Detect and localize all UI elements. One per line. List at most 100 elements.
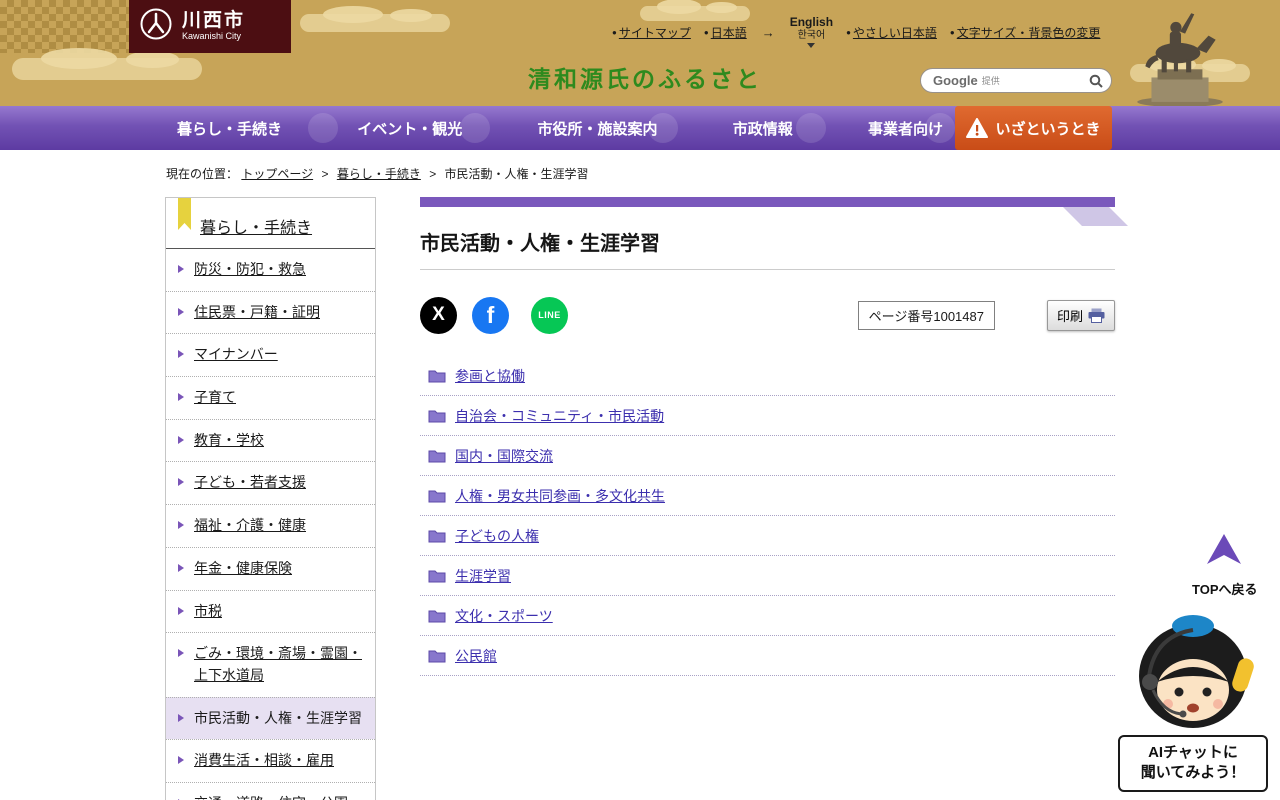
sidebar-item-disaster[interactable]: 防災・防犯・救急 xyxy=(166,249,375,291)
category-link-label[interactable]: 参画と協働 xyxy=(455,366,525,386)
english-link[interactable]: English xyxy=(790,15,833,30)
main-content: 市民活動・人権・生涯学習 X f LINE ページ番号1001487 印刷 参画… xyxy=(420,197,1128,676)
category-link-human-rights[interactable]: 人権・男女共同参画・多文化共生 xyxy=(420,476,1115,516)
city-name: 川西市 xyxy=(182,10,246,32)
back-to-top-button[interactable]: TOPへ戻る xyxy=(1192,534,1258,598)
ai-chat-line2: 聞いてみよう！ xyxy=(1140,764,1246,782)
sidebar-item-label[interactable]: 福祉・介護・健康 xyxy=(194,517,306,533)
sidebar-item-label[interactable]: 消費生活・相談・雇用 xyxy=(194,752,334,768)
print-button-label: 印刷 xyxy=(1056,308,1083,324)
sidebar-item-civic-activities[interactable]: 市民活動・人権・生涯学習 xyxy=(166,696,375,740)
sidebar-item-label[interactable]: マイナンバー xyxy=(194,346,278,362)
sidebar-item-label[interactable]: 年金・健康保険 xyxy=(194,560,292,576)
site-search: Google 提供 xyxy=(920,68,1112,93)
city-logo[interactable]: 川西市 Kawanishi City xyxy=(129,0,291,53)
category-link-children-rights[interactable]: 子どもの人権 xyxy=(420,516,1115,556)
x-share-button[interactable]: X xyxy=(420,296,457,334)
sidebar-item-label[interactable]: 交通・道路・住宅・公園 xyxy=(194,795,348,800)
nav-item-living-procedures[interactable]: 暮らし・手続き xyxy=(177,118,282,139)
sidebar-item-youth-support[interactable]: 子ども・若者支援 xyxy=(166,461,375,504)
sidebar-item-label[interactable]: 市民活動・人権・生涯学習 xyxy=(194,710,362,726)
category-link-culture-sports[interactable]: 文化・スポーツ xyxy=(420,596,1115,636)
sidebar-item-resident-records[interactable]: 住民票・戸籍・証明 xyxy=(166,290,375,334)
category-link-lifelong-learning[interactable]: 生涯学習 xyxy=(420,556,1115,596)
breadcrumb-home-link[interactable]: トップページ xyxy=(241,167,313,181)
sidebar-item-label[interactable]: ごみ・環境・斎場・霊園・上下水道局 xyxy=(194,645,362,683)
sidebar-item-consumer-life[interactable]: 消費生活・相談・雇用 xyxy=(166,739,375,782)
category-link-label[interactable]: 生涯学習 xyxy=(455,566,511,586)
category-link-label[interactable]: 国内・国際交流 xyxy=(455,446,553,466)
sidebar-item-label[interactable]: 住民票・戸籍・証明 xyxy=(194,304,320,320)
sidebar-item-garbage-environment[interactable]: ごみ・環境・斎場・霊園・上下水道局 xyxy=(166,632,375,696)
chevron-down-icon xyxy=(807,43,816,49)
category-link-exchange[interactable]: 国内・国際交流 xyxy=(420,436,1115,476)
category-link-participation[interactable]: 参画と協働 xyxy=(420,356,1115,396)
google-provided-label: 提供 xyxy=(981,76,1000,86)
print-button[interactable]: 印刷 xyxy=(1046,299,1115,331)
text-size-link[interactable]: 文字サイズ・背景色の変更 xyxy=(957,26,1101,40)
language-switcher[interactable]: English 한국어 xyxy=(790,15,833,49)
search-button[interactable] xyxy=(1081,69,1111,92)
category-link-label[interactable]: 自治会・コミュニティ・市民活動 xyxy=(455,406,664,426)
category-link-community-center[interactable]: 公民館 xyxy=(420,636,1115,676)
category-link-community[interactable]: 自治会・コミュニティ・市民活動 xyxy=(420,396,1115,436)
utility-links: ● サイトマップ ● 日本語 → English 한국어 ● やさしい日本語 ● 文字サ… xyxy=(612,15,1101,49)
emergency-button[interactable]: いざというとき xyxy=(955,106,1112,150)
folder-icon xyxy=(428,650,446,663)
title-accent-bar xyxy=(420,197,1128,226)
bullet-icon: ● xyxy=(949,27,955,37)
breadcrumb-current: 市民活動・人権・生涯学習 xyxy=(444,167,589,181)
korean-link[interactable]: 한국어 xyxy=(798,30,826,42)
arrow-icon xyxy=(178,713,184,722)
arrow-icon xyxy=(178,521,184,530)
arrow-icon xyxy=(178,649,184,658)
breadcrumb-separator: > xyxy=(429,167,437,181)
sidebar-item-welfare[interactable]: 福祉・介護・健康 xyxy=(166,504,375,547)
folder-icon xyxy=(428,490,446,503)
global-nav: 暮らし・手続き イベント・観光 市役所・施設案内 市政情報 事業者向け いざとい… xyxy=(0,106,1280,150)
diamond-pattern-decoration xyxy=(0,0,129,53)
sitemap-link[interactable]: サイトマップ xyxy=(619,26,691,40)
arrow-icon xyxy=(178,478,184,487)
search-input[interactable] xyxy=(1003,73,1077,88)
line-icon: LINE xyxy=(538,310,561,320)
sidebar-item-pension-insurance[interactable]: 年金・健康保険 xyxy=(166,546,375,590)
sidebar-item-label[interactable]: 市税 xyxy=(194,603,222,619)
category-link-label[interactable]: 公民館 xyxy=(455,646,497,666)
arrow-icon xyxy=(178,435,184,444)
nav-item-business[interactable]: 事業者向け xyxy=(868,118,943,139)
nav-items: 暮らし・手続き イベント・観光 市役所・施設案内 市政情報 事業者向け xyxy=(165,106,955,150)
breadcrumb-prefix: 現在の位置： xyxy=(166,167,239,181)
sidebar: 暮らし・手続き 防災・防犯・救急 住民票・戸籍・証明 マイナンバー 子育て 教育… xyxy=(165,197,376,800)
facebook-share-button[interactable]: f xyxy=(472,296,509,334)
ai-chat-label[interactable]: AIチャットに 聞いてみよう！ xyxy=(1118,735,1268,792)
arrow-right-icon: → xyxy=(761,24,775,40)
sidebar-item-city-tax[interactable]: 市税 xyxy=(166,589,375,633)
sidebar-item-label[interactable]: 子育て xyxy=(194,389,236,405)
ai-chat-widget[interactable]: AIチャットに 聞いてみよう！ xyxy=(1118,614,1268,792)
easy-japanese-link-wrap: ● やさしい日本語 xyxy=(846,24,937,41)
nav-item-city-hall-facilities[interactable]: 市役所・施設案内 xyxy=(537,118,657,139)
sidebar-item-childcare[interactable]: 子育て xyxy=(166,376,375,419)
breadcrumb-section-link[interactable]: 暮らし・手続き xyxy=(337,167,421,181)
category-link-list: 参画と協働 自治会・コミュニティ・市民活動 国内・国際交流 人権・男女共同参画・… xyxy=(420,356,1115,676)
sidebar-item-label[interactable]: 防災・防犯・救急 xyxy=(194,261,306,277)
bookmark-ribbon-icon xyxy=(178,198,191,230)
sidebar-title[interactable]: 暮らし・手続き xyxy=(166,198,375,249)
sidebar-item-my-number[interactable]: マイナンバー xyxy=(166,333,375,376)
sidebar-item-education[interactable]: 教育・学校 xyxy=(166,418,375,462)
category-link-label[interactable]: 人権・男女共同参画・多文化共生 xyxy=(455,486,665,506)
line-share-button[interactable]: LINE xyxy=(531,296,568,334)
sidebar-item-label[interactable]: 子ども・若者支援 xyxy=(194,474,306,490)
nav-item-city-information[interactable]: 市政情報 xyxy=(733,118,793,139)
easy-japanese-link[interactable]: やさしい日本語 xyxy=(853,26,937,40)
sidebar-item-label[interactable]: 教育・学校 xyxy=(194,432,264,448)
sidebar-item-transport-housing[interactable]: 交通・道路・住宅・公園 xyxy=(166,781,375,800)
sidebar-title-label: 暮らし・手続き xyxy=(200,220,313,237)
category-link-label[interactable]: 文化・スポーツ xyxy=(455,606,553,626)
category-link-label[interactable]: 子どもの人権 xyxy=(455,526,539,546)
city-name-block: 川西市 Kawanishi City xyxy=(182,10,246,42)
nav-item-events-tourism[interactable]: イベント・観光 xyxy=(357,118,462,139)
japanese-link[interactable]: 日本語 xyxy=(711,26,747,40)
cloud-decoration xyxy=(12,48,202,80)
